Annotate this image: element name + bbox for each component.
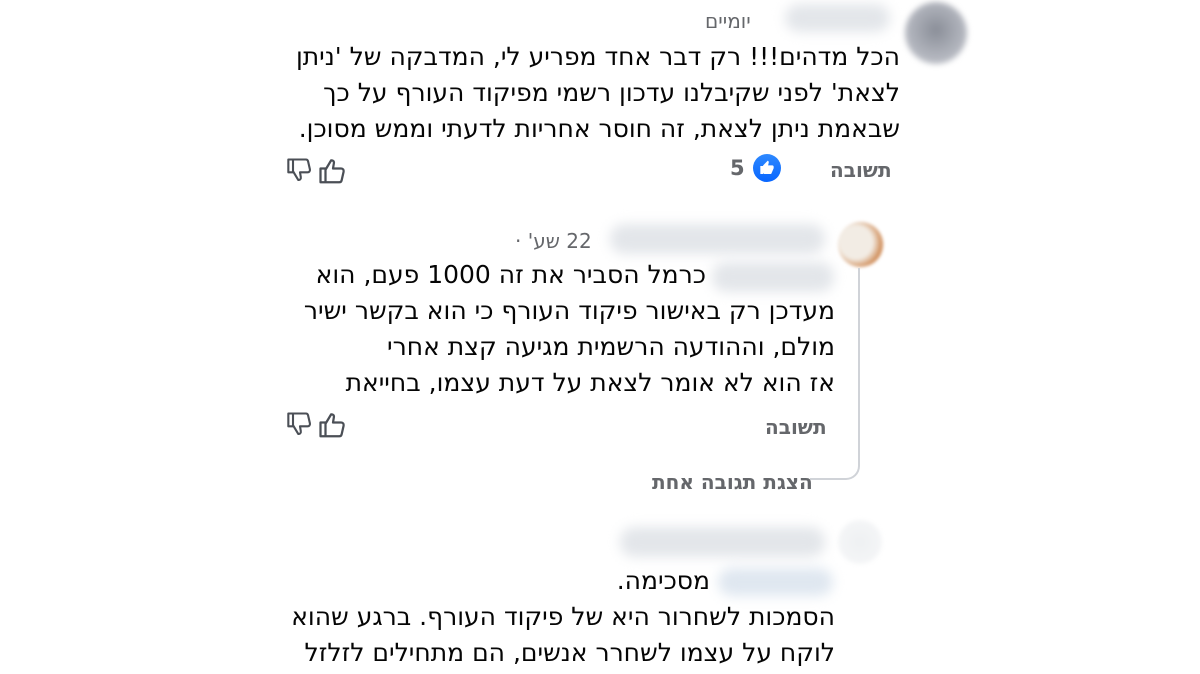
comment-text-line: כרמל הסביר את זה 1000 פעם, הוא — [315, 260, 706, 289]
comment-text-line: הסמכות לשחרור היא של פיקוד העורף. ברגע ש… — [291, 602, 835, 631]
thumbs-down-icon[interactable] — [286, 410, 314, 444]
thread-connector — [810, 268, 860, 480]
mention-blurred[interactable] — [718, 568, 833, 596]
comment-text-line: שבאמת ניתן לצאת, זה חוסר אחריות לדעתי ומ… — [298, 114, 900, 143]
comment-text-line: מולם, וההודעה הרשמית מגיעה קצת אחרי — [387, 332, 835, 361]
thumbs-up-icon[interactable] — [318, 156, 348, 190]
reaction-icons — [286, 156, 348, 190]
author-name-blurred[interactable] — [610, 224, 825, 254]
comment-text-line: לצאת' לפני שקיבלנו עדכון רשמי מפיקוד העו… — [323, 78, 900, 107]
thumbs-down-icon[interactable] — [286, 156, 314, 190]
avatar[interactable] — [905, 2, 967, 64]
avatar[interactable] — [838, 222, 883, 267]
comment-text-line: מסכימה. — [616, 566, 710, 595]
like-count[interactable]: 5 — [730, 154, 781, 182]
comment-time: 22 שע' · — [515, 229, 592, 253]
thumbs-up-icon[interactable] — [318, 410, 348, 444]
comment-text-line: אז הוא לא אומר לצאת על דעת עצמו, בחייאת — [345, 368, 835, 397]
comment-time-value: 22 שע' — [527, 229, 592, 253]
comment-text-line: לוקח על עצמו לשחרר אנשים, הם מתחילים לזל… — [304, 638, 835, 667]
separator-dot: · — [515, 229, 522, 253]
comment-text-line: הכל מדהים!!! רק דבר אחד מפריע לי, המדבקה… — [295, 42, 900, 71]
comment-text-line: מעדכן רק באישור פיקוד העורף כי הוא בקשר … — [303, 296, 835, 325]
author-name-blurred[interactable] — [785, 4, 890, 32]
like-badge-icon — [752, 154, 781, 182]
comment-time: יומיים — [705, 9, 751, 33]
view-replies-link[interactable]: הצגת תגובה אחת — [652, 470, 813, 494]
reply-button[interactable]: תשובה — [830, 158, 892, 182]
author-name-blurred[interactable] — [620, 527, 825, 557]
like-count-value: 5 — [730, 156, 745, 180]
avatar[interactable] — [838, 520, 882, 564]
reaction-icons — [286, 410, 348, 444]
